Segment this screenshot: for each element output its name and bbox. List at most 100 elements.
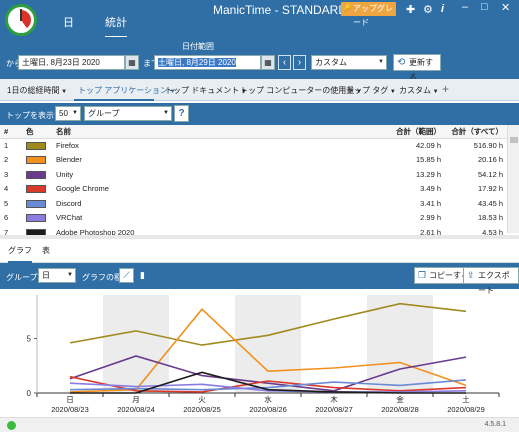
close-icon[interactable]: ✕: [501, 1, 510, 14]
color-swatch: [26, 214, 46, 223]
tab-custom[interactable]: カスタム: [399, 85, 439, 96]
line-chart-icon[interactable]: ⟋: [119, 268, 134, 283]
row-color-swatch: [22, 167, 52, 182]
x-date-label: 2020/08/29: [447, 405, 485, 414]
x-day-label: 水: [264, 394, 272, 404]
view-tabs: グラフ 表: [0, 239, 519, 263]
graph-toolbar: グループ名 日 グラフの種類 ⟋ ▮ ❐コピーする ⇪エクスポート: [0, 263, 519, 295]
add-tab-icon[interactable]: +: [442, 82, 449, 96]
tab-top-applications[interactable]: トップ アプリケーション: [78, 85, 176, 96]
x-day-label: 月: [132, 395, 140, 404]
x-day-label: 金: [396, 394, 404, 404]
row-app-name: Firefox: [56, 141, 79, 150]
color-swatch: [26, 170, 46, 179]
tab-top-tags[interactable]: トップ タグ: [346, 85, 396, 96]
row-index: 1: [4, 141, 9, 150]
row-total-all: 43.45 h: [477, 198, 503, 208]
from-calendar-icon[interactable]: ▦: [125, 55, 139, 70]
tab-graph[interactable]: グラフ: [8, 245, 32, 263]
table-row[interactable]: 2 Blender 15.85 h 20.16 h: [0, 153, 507, 168]
to-date-field[interactable]: 土曜日, 8月29日 2020: [154, 55, 261, 70]
row-app-name: Google Chrome: [56, 184, 109, 194]
weekday-shade: [103, 295, 169, 393]
row-color-swatch: [22, 211, 52, 226]
group-select[interactable]: グループ: [84, 106, 172, 121]
tab-table[interactable]: 表: [42, 245, 50, 256]
table-row[interactable]: 5 Discord 3.41 h 43.45 h: [0, 196, 507, 211]
col-color[interactable]: 色: [22, 125, 52, 139]
table-row[interactable]: 6 VRChat 2.99 h 18.53 h: [0, 211, 507, 226]
help-icon[interactable]: ?: [174, 105, 189, 122]
refresh-button[interactable]: 更新する: [393, 54, 441, 82]
table-scrollbar[interactable]: [507, 125, 519, 233]
row-app-name: Discord: [56, 198, 82, 208]
plugin-icon[interactable]: ✚: [406, 3, 415, 16]
col-index[interactable]: #: [0, 125, 22, 139]
col-name[interactable]: 名前: [52, 125, 375, 139]
row-index: 5: [4, 198, 9, 208]
nav-tab-day[interactable]: 日: [63, 14, 74, 30]
x-day-label: 日: [66, 395, 74, 404]
info-icon[interactable]: i: [441, 3, 444, 15]
graph-group-select[interactable]: 日: [38, 268, 76, 283]
x-date-label: 2020/08/23: [51, 405, 89, 414]
row-color-swatch: [22, 138, 52, 153]
maximize-icon[interactable]: □: [481, 1, 488, 13]
row-color-swatch: [22, 153, 52, 168]
tab-top-documents[interactable]: トップ ドキュメント: [165, 85, 247, 96]
from-date-field[interactable]: 土曜日, 8月23日 2020: [18, 55, 125, 70]
table-row[interactable]: 4 Google Chrome 3.49 h 17.92 h: [0, 182, 507, 197]
scrollbar-thumb[interactable]: [510, 137, 518, 143]
to-calendar-icon[interactable]: ▦: [261, 55, 275, 70]
row-index: 4: [4, 184, 9, 194]
previous-period-icon[interactable]: ‹: [278, 55, 291, 70]
date-range-bar: 日付範囲 から 土曜日, 8月23日 2020 ▦ まで 土曜日, 8月29日 …: [0, 37, 519, 82]
tab-daily-total[interactable]: 1日の総経時間: [7, 85, 67, 96]
row-total-range: 42.09 h: [415, 141, 441, 150]
row-total-range: 15.85 h: [415, 155, 441, 165]
row-app-name: VRChat: [56, 213, 83, 223]
bar-chart-icon[interactable]: ▮: [135, 268, 150, 283]
color-swatch: [26, 156, 46, 165]
row-app-name: Unity: [56, 169, 74, 179]
x-date-label: 2020/08/26: [249, 405, 287, 414]
row-total-range: 3.49 h: [420, 184, 441, 194]
table-row[interactable]: 3 Unity 13.29 h 54.12 h: [0, 167, 507, 182]
tab-top-computer-usage[interactable]: トップ コンピューターの使用量: [240, 85, 362, 96]
row-total-all: 516.90 h: [473, 141, 503, 150]
x-date-label: 2020/08/25: [183, 405, 221, 414]
row-color-swatch: [22, 196, 52, 211]
col-total-all[interactable]: 合計（すべて）: [445, 125, 507, 139]
top-count-select[interactable]: 50: [55, 106, 81, 121]
row-total-range: 13.29 h: [415, 169, 441, 179]
window-title: ManicTime - STANDARD: [213, 3, 348, 17]
upgrade-button[interactable]: アップグレード: [341, 2, 396, 27]
minimize-icon[interactable]: –: [462, 1, 468, 13]
x-date-label: 2020/08/24: [117, 405, 155, 414]
color-swatch: [26, 199, 46, 208]
active-tab-indicator: [74, 99, 154, 101]
nav-tab-statistics[interactable]: 統計: [105, 14, 127, 38]
x-date-label: 2020/08/28: [381, 405, 419, 414]
export-button[interactable]: ⇪ エクスポート: [463, 267, 519, 295]
col-total-range[interactable]: 合計（範囲）: [375, 125, 445, 139]
color-swatch: [26, 185, 46, 194]
x-date-label: 2020/08/27: [315, 405, 353, 414]
applications-table: # 色 名前 合計（範囲） 合計（すべて） 1 Firefox 42.09 h 516…: [0, 125, 507, 240]
row-total-all: 17.92 h: [477, 184, 503, 194]
row-index: 2: [4, 155, 9, 165]
settings-gear-icon[interactable]: ⚙: [423, 3, 433, 16]
row-total-all: 20.16 h: [477, 155, 503, 165]
x-day-label: 木: [330, 394, 338, 404]
app-logo-icon: [5, 4, 37, 36]
row-total-all: 18.53 h: [477, 213, 503, 223]
period-preset-select[interactable]: カスタム: [311, 55, 387, 70]
color-swatch: [26, 142, 46, 150]
y-tick-label: 0: [27, 389, 32, 398]
table-row[interactable]: 1 Firefox 42.09 h 516.90 h: [0, 138, 507, 153]
export-icon: ⇪: [467, 270, 475, 280]
next-period-icon[interactable]: ›: [293, 55, 306, 70]
table-header-row: # 色 名前 合計（範囲） 合計（すべて）: [0, 125, 507, 139]
filter-bar: トップを表示する 50 グループ ?: [0, 103, 519, 125]
status-online-icon: [7, 421, 16, 430]
